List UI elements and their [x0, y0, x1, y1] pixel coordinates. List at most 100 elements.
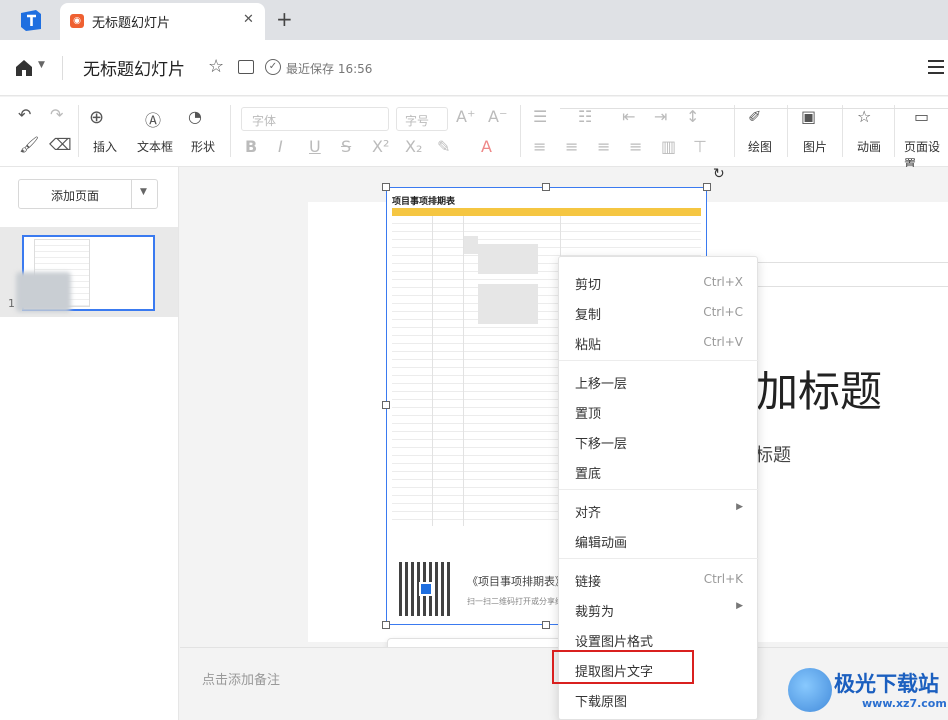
eraser-icon[interactable]: ⌫ [49, 135, 72, 154]
app-logo-icon[interactable] [18, 7, 44, 33]
font-size-select[interactable]: 字号 [396, 107, 448, 131]
slide-panel: 添加页面 ▼ 1 [0, 167, 179, 720]
sheet-column-line [463, 216, 464, 526]
italic-icon[interactable]: I [278, 137, 283, 156]
highlight-color-icon[interactable]: ✎ [437, 137, 450, 156]
subscript-icon[interactable]: X₂ [405, 137, 422, 156]
rotate-icon[interactable]: ↻ [713, 166, 725, 182]
sheet-column-line [432, 216, 433, 526]
document-title[interactable]: 无标题幻灯片 [83, 55, 185, 80]
menu-item-send-back[interactable]: 置底 [559, 455, 759, 485]
insert-icon[interactable]: ⊕ [89, 107, 104, 128]
menu-item-link[interactable]: 链接 Ctrl+K [559, 563, 759, 593]
menu-item-edit-animation[interactable]: 编辑动画 [559, 524, 759, 554]
menu-item-bring-front[interactable]: 置顶 [559, 395, 759, 425]
resize-handle[interactable] [542, 183, 550, 191]
title-placeholder[interactable]: 加标题 [756, 358, 882, 419]
resize-handle[interactable] [382, 401, 390, 409]
menu-item-copy[interactable]: 复制 Ctrl+C [559, 296, 759, 326]
picture-button[interactable]: 图片 [803, 138, 827, 155]
chevron-down-icon[interactable]: ▼ [140, 187, 147, 197]
bullet-list-icon[interactable]: ☰ [533, 107, 547, 126]
picture-caption: 《项目事项排期表》 [467, 575, 566, 588]
menu-item-align[interactable]: 对齐 ▶ [559, 494, 759, 524]
divider [894, 105, 895, 157]
tab-document[interactable]: ◉ 无标题幻灯片 ✕ [60, 3, 265, 40]
decrease-font-icon[interactable]: A⁻ [488, 107, 507, 126]
align-left-icon[interactable]: ≡ [533, 137, 546, 156]
divider [78, 105, 79, 157]
font-family-select[interactable]: 字体 [241, 107, 389, 131]
vertical-align-icon[interactable]: ⊤ [693, 137, 707, 156]
menu-item-bring-forward[interactable]: 上移一层 [559, 365, 759, 395]
shortcut-label: Ctrl+K [703, 572, 743, 586]
draw-icon[interactable]: ✐ [748, 107, 761, 126]
menu-item-label: 编辑动画 [575, 536, 628, 551]
resize-handle[interactable] [382, 621, 390, 629]
resize-handle[interactable] [542, 621, 550, 629]
textbox-button[interactable]: 文本框 [137, 138, 173, 155]
superscript-icon[interactable]: X² [372, 137, 389, 156]
picture-icon[interactable]: ▣ [801, 107, 816, 126]
menu-item-label: 裁剪为 [575, 605, 615, 620]
menu-item-label: 粘贴 [575, 338, 602, 353]
shortcut-label: Ctrl+V [703, 335, 743, 349]
increase-font-icon[interactable]: A⁺ [456, 107, 475, 126]
outdent-icon[interactable]: ⇤ [622, 107, 635, 126]
chevron-right-icon: ▶ [736, 601, 743, 611]
insert-button[interactable]: 插入 [93, 138, 117, 155]
shape-button[interactable]: 形状 [191, 138, 215, 155]
format-painter-icon[interactable]: 🖌 [19, 135, 39, 154]
menu-item-label: 上移一层 [575, 377, 628, 392]
line-spacing-icon[interactable]: ↕ [686, 107, 699, 126]
sheet-title: 项目事项排期表 [392, 197, 456, 207]
font-size-placeholder: 字号 [405, 114, 430, 128]
undo-icon[interactable]: ↶ [18, 105, 31, 124]
font-family-placeholder: 字体 [252, 114, 277, 128]
menu-item-cut[interactable]: 剪切 Ctrl+X [559, 266, 759, 296]
move-to-folder-icon[interactable] [238, 60, 254, 74]
justify-icon[interactable]: ≡ [629, 137, 642, 156]
menu-item-image-format[interactable]: 设置图片格式 [559, 623, 759, 653]
strikethrough-icon[interactable]: S [341, 137, 351, 156]
check-circle-icon: ✓ [265, 59, 281, 75]
close-tab-icon[interactable]: ✕ [243, 12, 254, 27]
menu-item-crop[interactable]: 裁剪为 ▶ [559, 593, 759, 623]
watermark-name: 极光下载站 [834, 672, 939, 696]
watermark-logo-icon [788, 668, 832, 712]
resize-handle[interactable] [703, 183, 711, 191]
indent-icon[interactable]: ⇥ [654, 107, 667, 126]
hamburger-menu-icon[interactable] [928, 60, 944, 74]
menu-item-send-backward[interactable]: 下移一层 [559, 425, 759, 455]
home-icon[interactable] [14, 58, 34, 78]
tab-bar: ◉ 无标题幻灯片 ✕ + [0, 0, 948, 40]
page-setup-icon[interactable]: ▭ [914, 107, 929, 126]
shape-icon[interactable]: ◔ [188, 107, 202, 126]
underline-icon[interactable]: U [309, 137, 321, 156]
tab-title: 无标题幻灯片 [92, 16, 171, 31]
animation-icon[interactable]: ☆ [857, 107, 871, 126]
align-center-icon[interactable]: ≡ [565, 137, 578, 156]
subtitle-placeholder[interactable]: 标题 [755, 441, 791, 467]
align-right-icon[interactable]: ≡ [597, 137, 610, 156]
divider [734, 105, 735, 157]
bold-icon[interactable]: B [245, 137, 257, 156]
slide-thumbnail-row[interactable]: 1 [0, 227, 178, 317]
numbered-list-icon[interactable]: ☷ [578, 107, 592, 126]
star-icon[interactable]: ☆ [208, 56, 224, 77]
textbox-icon[interactable]: Ⓐ [145, 107, 161, 131]
menu-item-label: 链接 [575, 575, 602, 590]
new-tab-button[interactable]: + [276, 7, 293, 31]
menu-item-paste[interactable]: 粘贴 Ctrl+V [559, 326, 759, 356]
redo-icon[interactable]: ↷ [50, 105, 63, 124]
resize-handle[interactable] [382, 183, 390, 191]
chevron-down-icon[interactable]: ▼ [38, 60, 45, 70]
font-color-icon[interactable]: A [481, 137, 492, 156]
distribute-icon[interactable]: ▥ [661, 137, 676, 156]
menu-item-download-original[interactable]: 下载原图 [559, 683, 759, 713]
draw-button[interactable]: 绘图 [748, 138, 772, 155]
picture-subcaption: 扫一扫二维码打开或分享给 [467, 597, 563, 606]
add-page-button[interactable]: 添加页面 ▼ [18, 179, 158, 209]
divider [520, 105, 521, 157]
animation-button[interactable]: 动画 [857, 138, 881, 155]
